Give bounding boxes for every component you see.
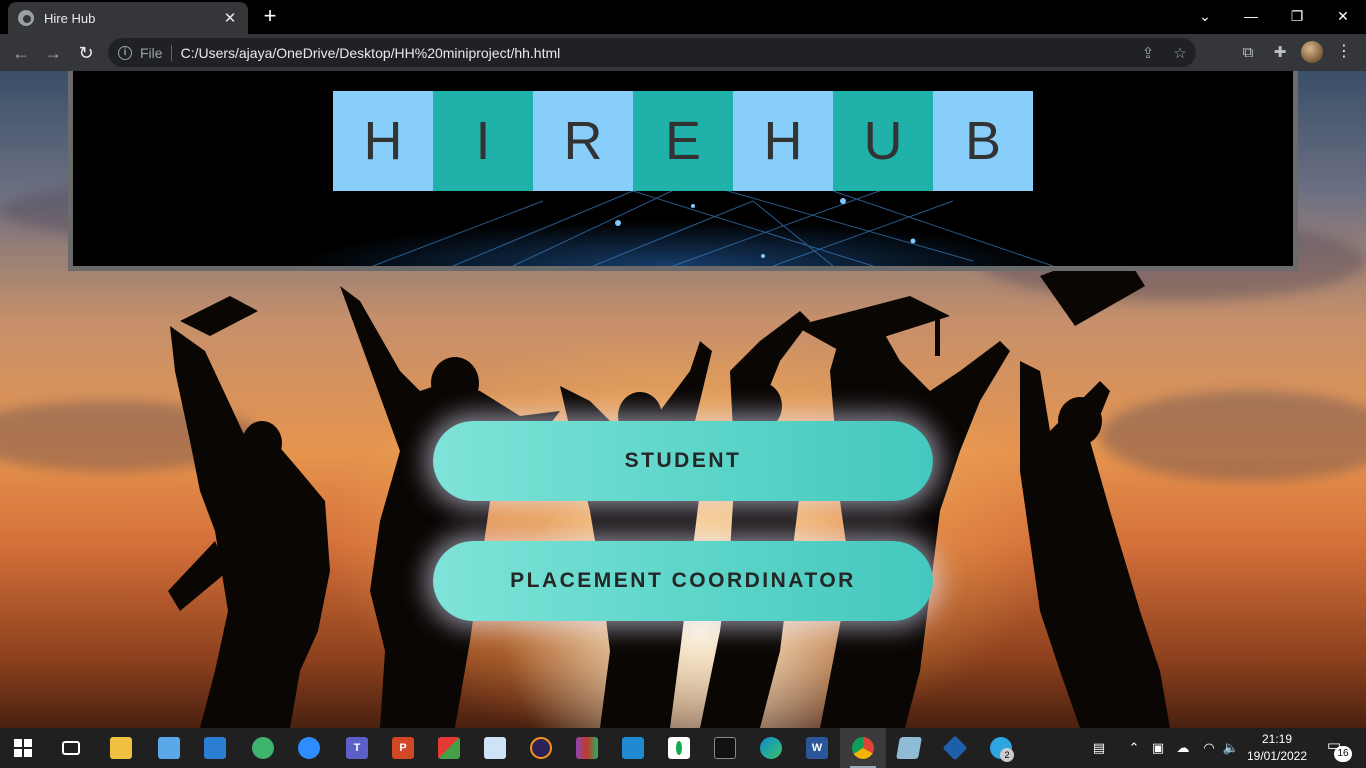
winrar-icon (576, 737, 598, 759)
minimize-button[interactable]: — (1228, 0, 1274, 32)
restore-button[interactable]: ❐ (1274, 0, 1320, 32)
address-bar[interactable]: i File C:/Users/ajaya/OneDrive/Desktop/H… (108, 38, 1196, 67)
close-window-button[interactable]: ✕ (1320, 0, 1366, 32)
reload-icon[interactable]: ↻ (73, 40, 99, 66)
wifi-icon[interactable]: ◠ (1198, 728, 1220, 768)
browser-tab[interactable]: Hire Hub ✕ (8, 2, 248, 34)
taskbar-atom[interactable] (240, 728, 286, 768)
logo-letter: R (533, 91, 633, 191)
taskbar-terminal[interactable] (702, 728, 748, 768)
vscode-icon (622, 737, 644, 759)
taskbar-notes[interactable] (886, 728, 932, 768)
star-icon[interactable]: ☆ (1164, 44, 1196, 62)
taskbar-powerpoint[interactable]: P (380, 728, 426, 768)
show-hidden-icons-chevron[interactable]: ⌃ (1124, 728, 1144, 768)
back-icon[interactable]: ← (8, 40, 34, 66)
taskbar-mongodb[interactable] (656, 728, 702, 768)
edge-icon (760, 737, 782, 759)
placement-coordinator-button[interactable]: PLACEMENT COORDINATOR (433, 541, 933, 621)
tab-title: Hire Hub (44, 10, 96, 26)
atom-icon (252, 737, 274, 759)
header-banner: H I R E H U B (68, 71, 1298, 271)
taskbar-edge[interactable] (748, 728, 794, 768)
taskbar-winrar[interactable] (564, 728, 610, 768)
taskbar-chrome[interactable] (840, 728, 886, 768)
file-label: File (140, 44, 163, 61)
terminal-icon (714, 737, 736, 759)
logo-letter: U (833, 91, 933, 191)
taskbar-teams[interactable]: T (334, 728, 380, 768)
url-text[interactable]: C:/Users/ajaya/OneDrive/Desktop/HH%20min… (181, 45, 1132, 61)
powerpoint-icon: P (392, 737, 414, 759)
taskbar-telegram[interactable] (978, 728, 1024, 768)
taskbar: T P W ▤ ⌃ ▣ ☁ ◠ 🔈 21:19 19/01/2022 ▭ 16 (0, 728, 1366, 768)
profile-avatar[interactable] (1301, 41, 1323, 63)
tab-bar: Hire Hub ✕ + ⌄ — ❐ ✕ (0, 0, 1366, 34)
taskbar-virtualbox[interactable] (932, 728, 978, 768)
globe-icon (18, 10, 34, 26)
new-tab-button[interactable]: + (258, 4, 282, 28)
student-button[interactable]: STUDENT (433, 421, 933, 501)
computer-icon (158, 737, 180, 759)
chrome-icon (852, 737, 874, 759)
logo-letter: B (933, 91, 1033, 191)
onedrive-cloud-icon[interactable]: ☁ (1172, 728, 1194, 768)
divider (170, 44, 172, 61)
share-icon[interactable]: ⇪ (1132, 44, 1164, 62)
logo-letter: H (733, 91, 833, 191)
taskbar-file-explorer[interactable] (98, 728, 144, 768)
windows-icon (14, 739, 32, 757)
taskbar-paint[interactable] (472, 728, 518, 768)
taskbar-word[interactable]: W (794, 728, 840, 768)
zoom-icon (298, 737, 320, 759)
taskbar-news[interactable] (192, 728, 238, 768)
virtualbox-icon (942, 735, 968, 761)
eclipse-icon (530, 737, 552, 759)
close-tab-icon[interactable]: ✕ (222, 9, 238, 27)
system-clock[interactable]: 21:19 19/01/2022 (1246, 731, 1308, 765)
news-icon (204, 737, 226, 759)
clock-time: 21:19 (1261, 732, 1293, 746)
taskbar-eclipse[interactable] (518, 728, 564, 768)
task-view-button[interactable] (48, 728, 94, 768)
word-icon: W (806, 737, 828, 759)
taskbar-zoom[interactable] (286, 728, 332, 768)
tab-search-icon[interactable]: ⌄ (1182, 0, 1228, 32)
page-viewport: H I R E H U B STUDENT PLACEMENT COORDINA… (0, 71, 1366, 728)
hire-hub-logo: H I R E H U B (333, 91, 1033, 191)
taskbar-vscode[interactable] (610, 728, 656, 768)
more-menu-icon[interactable]: ⋮ (1336, 42, 1352, 64)
browser-toolbar: ← → ↻ i File C:/Users/ajaya/OneDrive/Des… (0, 34, 1366, 71)
media-icon[interactable]: ⧉ (1237, 42, 1259, 64)
logo-letter: E (633, 91, 733, 191)
start-button[interactable] (0, 728, 46, 768)
notification-count-badge: 16 (1334, 746, 1352, 762)
folder-icon (110, 737, 132, 759)
logo-letter: I (433, 91, 533, 191)
teams-icon: T (346, 737, 368, 759)
meet-now-icon[interactable]: ▣ (1148, 728, 1168, 768)
window-controls: ⌄ — ❐ ✕ (1182, 0, 1366, 32)
notes-icon (896, 737, 922, 759)
clock-date: 19/01/2022 (1246, 749, 1308, 763)
telegram-unread-badge: 2 (1000, 748, 1014, 762)
app-grid-icon (438, 737, 460, 759)
taskbar-this-pc[interactable] (146, 728, 192, 768)
task-view-icon (62, 741, 80, 755)
taskbar-app-grid[interactable] (426, 728, 472, 768)
paint-icon (484, 737, 506, 759)
puzzle-icon[interactable]: ✚ (1269, 42, 1291, 64)
volume-muted-icon[interactable]: 🔈 (1220, 728, 1242, 768)
logo-letter: H (333, 91, 433, 191)
info-icon[interactable]: i (118, 45, 132, 60)
forward-icon[interactable]: → (40, 40, 66, 66)
mongodb-leaf-icon (668, 737, 690, 759)
news-widget-icon[interactable]: ▤ (1084, 728, 1114, 768)
